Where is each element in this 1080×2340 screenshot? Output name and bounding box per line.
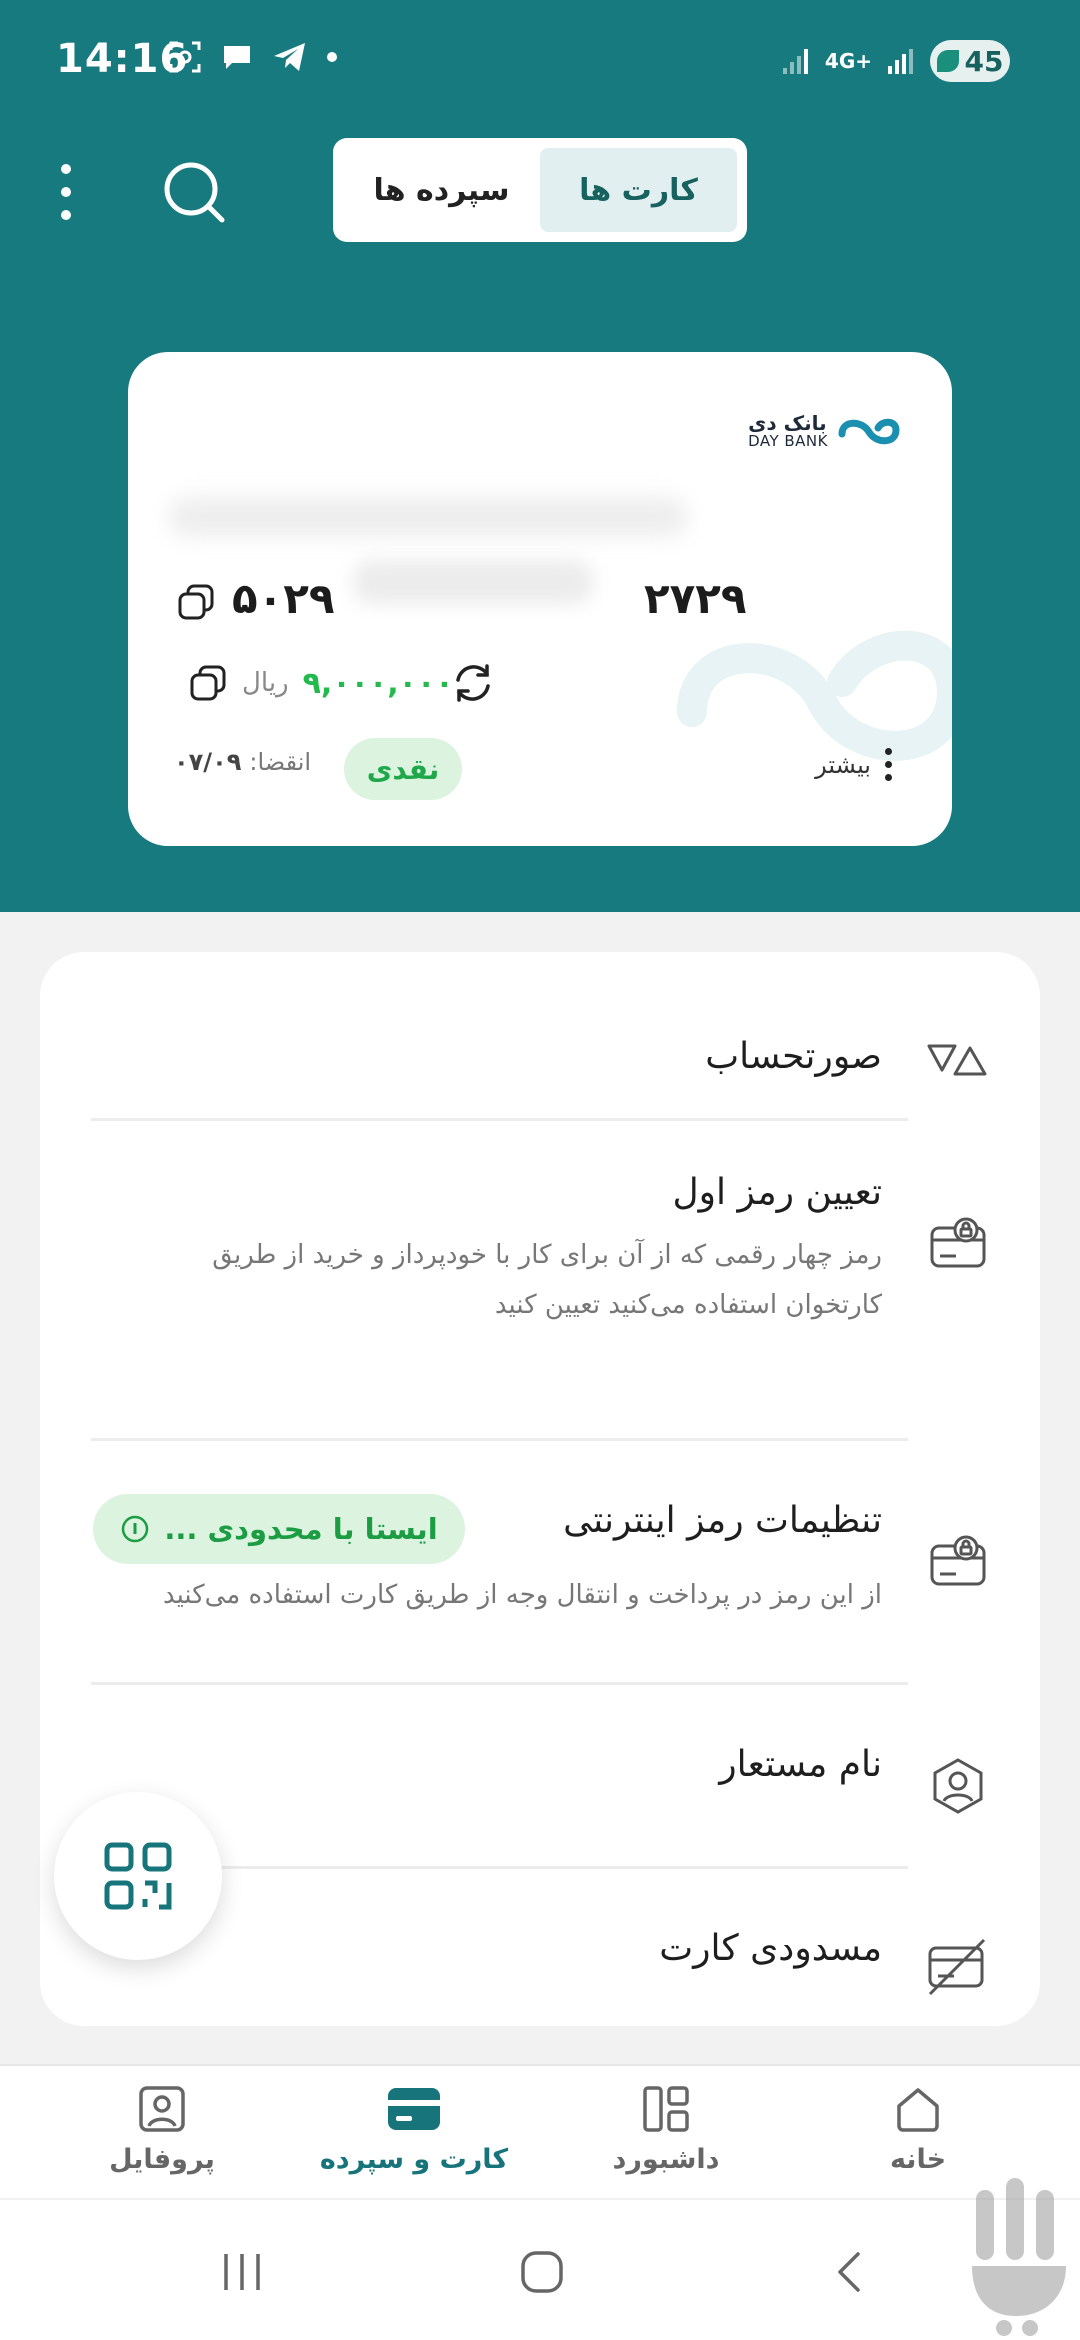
screenshot-icon <box>169 41 201 73</box>
notification-icons <box>168 40 338 74</box>
card-number-redacted <box>353 560 593 604</box>
option-title: مسدودی کارت <box>659 1928 882 1969</box>
home-system-icon[interactable] <box>520 2250 564 2294</box>
statement-icon <box>927 1044 987 1076</box>
card-blocked-icon <box>928 1938 986 1996</box>
copy-card-number-icon[interactable] <box>176 582 216 622</box>
card-type-badge: نقدی <box>344 738 462 800</box>
info-icon <box>122 1515 149 1543</box>
card-watermark-logo <box>677 630 952 761</box>
dashboard-icon <box>643 2086 689 2132</box>
search-icon <box>164 162 225 223</box>
expiry-label: انقضا: <box>249 748 312 776</box>
search-button[interactable] <box>160 158 230 228</box>
bank-name-fa: بانک دی <box>748 411 827 435</box>
signal-icon <box>782 49 808 74</box>
copy-balance-icon[interactable] <box>188 663 228 703</box>
telegram-icon <box>274 43 305 71</box>
balance-currency: ریال <box>242 668 289 698</box>
option-title: تنظیمات رمز اینترنتی <box>563 1500 882 1541</box>
battery-level: 45 <box>964 44 1004 78</box>
bottom-navigation: خانه داشبورد کارت و سپرده پروفایل <box>0 2064 1080 2198</box>
option-title: تعیین رمز اول <box>672 1172 882 1213</box>
card-number-last: ۵۰۲۹ <box>232 574 335 623</box>
nav-home[interactable]: خانه <box>818 2084 1018 2175</box>
more-vertical-icon <box>885 748 892 781</box>
nav-label: کارت و سپرده <box>319 2144 509 2175</box>
divider <box>91 1438 908 1441</box>
network-type: 4G+ <box>824 49 872 73</box>
home-icon <box>897 2088 939 2132</box>
bank-card[interactable]: بانک دی DAY BANK ۵۰۲۹ ۲۷۲۹ ریال ۹,۰۰۰,۰۰… <box>128 352 952 846</box>
expiry-value: ۰۷/۰۹ <box>174 748 242 776</box>
overflow-menu-button[interactable] <box>56 164 76 220</box>
dot-icon <box>327 52 337 62</box>
store-watermark-logo <box>972 2178 1066 2336</box>
profile-icon <box>139 2086 185 2132</box>
nav-label: داشبورد <box>612 2144 720 2175</box>
card-icon <box>388 2088 440 2130</box>
option-title: صورتحساب <box>705 1036 882 1077</box>
status-bar: 14:16 4G+ 45 <box>0 0 1080 120</box>
nav-label: خانه <box>889 2144 947 2175</box>
qr-scan-button[interactable] <box>54 1792 222 1960</box>
system-status-icons: 4G+ 45 <box>781 40 1010 82</box>
more-label: بیشتر <box>815 750 871 779</box>
tab-switcher: کارت ها سپرده ها <box>333 138 747 242</box>
system-navigation-bar <box>0 2200 1080 2340</box>
option-statement[interactable]: صورتحساب <box>40 952 1040 1077</box>
bank-name-en: DAY BANK <box>748 432 828 450</box>
day-bank-logo-icon <box>838 418 900 445</box>
nav-label: پروفایل <box>109 2144 215 2175</box>
card-holder-redacted <box>168 497 688 537</box>
card-expiry: انقضا: ۰۷/۰۹ <box>174 748 311 776</box>
recent-apps-icon[interactable] <box>220 2250 264 2294</box>
qr-code-icon <box>104 1842 172 1910</box>
option-description: از این رمز در پرداخت و انتقال وجه از طری… <box>162 1580 882 1610</box>
signal-icon-2 <box>888 49 913 74</box>
balance-value: ۹,۰۰۰,۰۰۰ <box>302 665 454 701</box>
balance-row: ریال ۹,۰۰۰,۰۰۰ <box>188 658 454 708</box>
battery-saver-icon <box>936 50 959 72</box>
card-lock-icon <box>930 1535 986 1586</box>
back-icon[interactable] <box>828 2250 872 2294</box>
tab-deposits[interactable]: سپرده ها <box>343 148 540 232</box>
chat-icon <box>224 46 250 69</box>
divider <box>91 1682 908 1685</box>
tab-cards[interactable]: کارت ها <box>540 148 737 232</box>
refresh-balance-icon[interactable] <box>450 660 496 706</box>
bank-logo: بانک دی DAY BANK <box>748 412 902 452</box>
nav-dashboard[interactable]: داشبورد <box>566 2084 766 2175</box>
card-more-button[interactable]: بیشتر <box>815 748 892 781</box>
nav-cards-deposits[interactable]: کارت و سپرده <box>314 2084 514 2175</box>
user-icon <box>933 1758 983 1814</box>
status-text: ایستا با محدودی ... <box>164 1512 438 1546</box>
card-number-first: ۲۷۲۹ <box>644 574 747 623</box>
nav-profile[interactable]: پروفایل <box>62 2084 262 2175</box>
option-title: نام مستعار <box>719 1744 882 1785</box>
battery-indicator: 45 <box>930 40 1010 82</box>
card-lock-icon <box>930 1217 986 1268</box>
option-description: رمز چهار رقمی که از آن برای کار با خودپر… <box>212 1240 882 1320</box>
option-set-first-pin[interactable]: تعیین رمز اول رمز چهار رقمی که از آن برا… <box>40 1120 1040 1390</box>
internet-pin-status-badge: ایستا با محدودی ... <box>93 1494 465 1564</box>
